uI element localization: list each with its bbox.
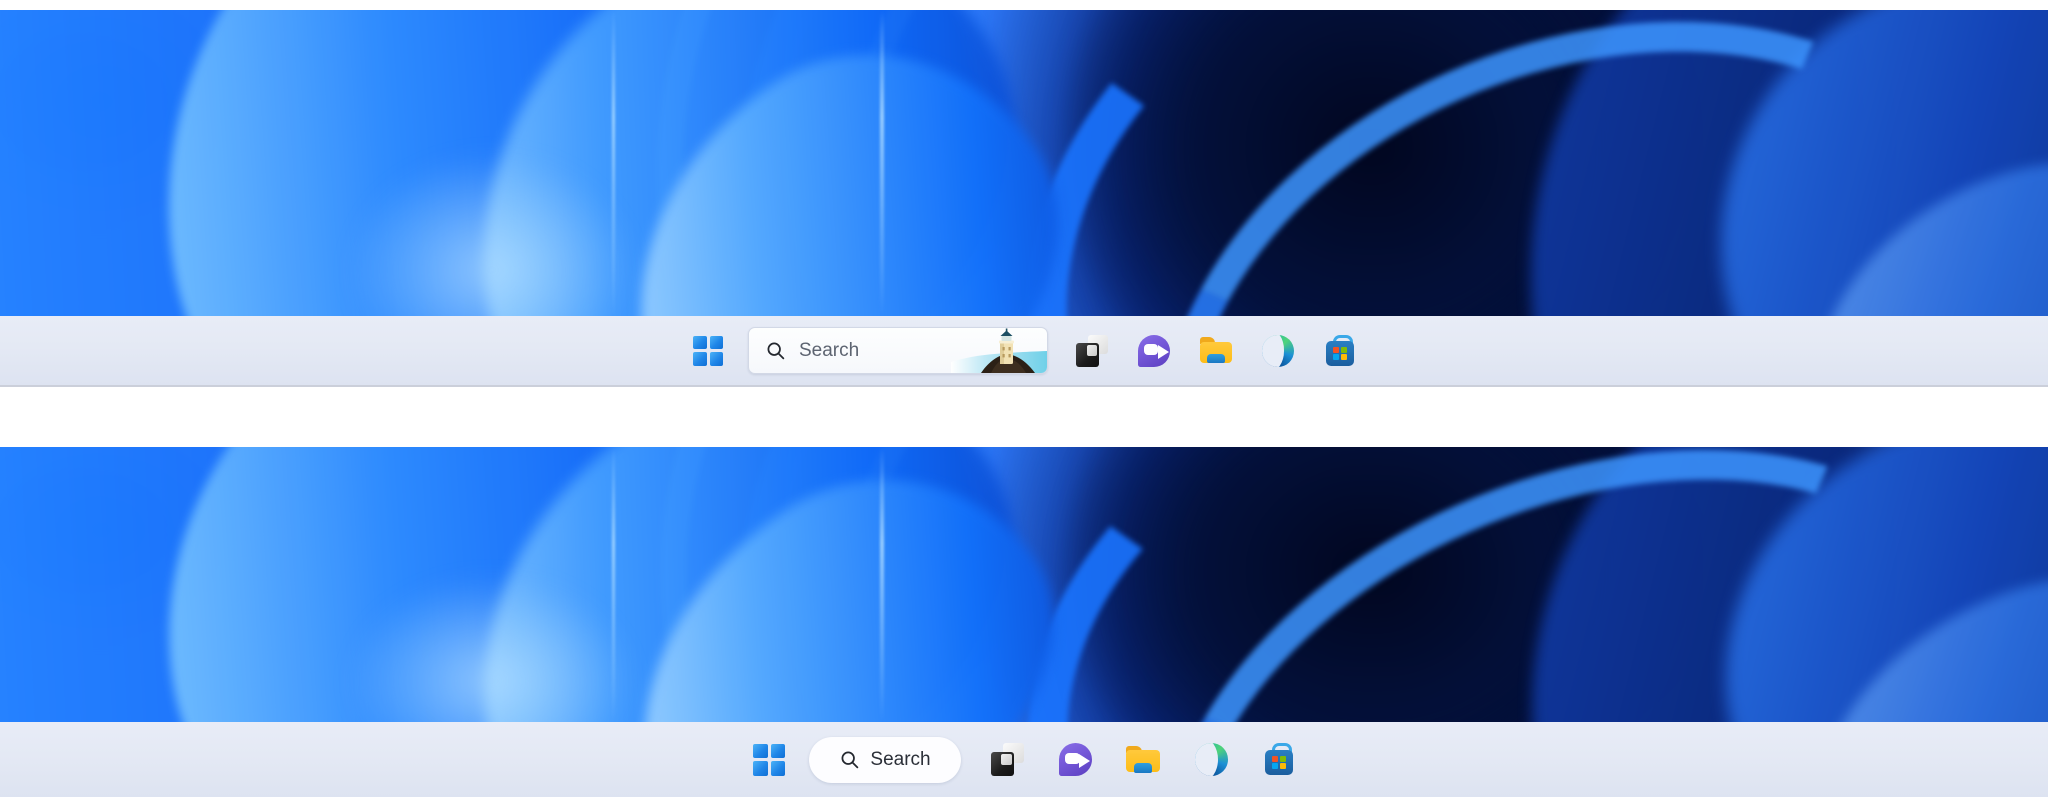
folder-document — [1207, 353, 1225, 364]
search-box[interactable]: Search — [748, 327, 1048, 374]
search-icon — [839, 749, 860, 770]
chat-camera-lens — [1157, 345, 1169, 360]
windows-logo-pane-2 — [709, 335, 723, 349]
windows-logo-pane-4 — [770, 761, 785, 776]
search-pill[interactable]: Search — [809, 736, 961, 783]
chat-button[interactable] — [1128, 325, 1180, 377]
wallpaper-rim-1 — [612, 10, 615, 316]
chat-icon — [1058, 743, 1092, 776]
edge-icon — [1194, 743, 1228, 776]
windows-logo-icon — [753, 743, 785, 776]
store-glyph-blue — [1272, 763, 1279, 770]
store-icon — [1325, 334, 1355, 367]
microsoft-edge-button[interactable] — [1183, 732, 1239, 788]
store-glyph-blue — [1333, 354, 1340, 361]
wallpaper-rim-2 — [880, 447, 884, 722]
lighthouse-icon — [951, 328, 1047, 373]
chat-camera-body — [1065, 752, 1080, 765]
file-explorer-button[interactable] — [1190, 325, 1242, 377]
taskbar-items-top: Search — [682, 325, 1366, 377]
task-view-front-pane — [1076, 343, 1100, 367]
chat-camera-body — [1144, 344, 1159, 355]
windows-logo-pane-1 — [693, 335, 707, 349]
task-view-button[interactable] — [979, 732, 1035, 788]
store-glyph-yellow — [1279, 763, 1286, 770]
chat-button[interactable] — [1047, 732, 1103, 788]
screenshot-stage: Search Search — [0, 0, 2048, 797]
store-windows-glyph — [1333, 347, 1347, 361]
taskbar-bottom[interactable]: Search — [0, 722, 2048, 797]
start-button[interactable] — [741, 732, 797, 788]
desktop-capture-bottom: Search — [0, 447, 2048, 797]
search-icon — [765, 340, 786, 361]
taskbar-divider-top — [0, 385, 2048, 387]
search-label: Search — [870, 748, 931, 770]
edge-crescent — [1262, 334, 1285, 367]
task-view-icon — [1076, 334, 1108, 367]
windows-logo-pane-1 — [753, 743, 768, 758]
store-glyph-red — [1272, 756, 1279, 763]
chat-camera-lens — [1078, 753, 1090, 768]
taskbar-top[interactable]: Search — [0, 316, 2048, 385]
store-glyph-green — [1340, 347, 1347, 354]
windows-logo-pane-2 — [770, 743, 785, 758]
windows-logo-pane-3 — [693, 352, 707, 366]
microsoft-edge-button[interactable] — [1252, 325, 1304, 377]
file-explorer-button[interactable] — [1115, 732, 1171, 788]
edge-crescent — [1194, 743, 1218, 776]
folder-document — [1133, 762, 1153, 773]
store-windows-glyph — [1272, 756, 1286, 770]
wallpaper-rim-1 — [612, 447, 615, 722]
folder-icon — [1126, 743, 1161, 776]
folder-icon — [1199, 335, 1233, 367]
task-view-icon — [990, 743, 1024, 776]
windows-logo-icon — [693, 335, 723, 366]
store-glyph-yellow — [1340, 354, 1347, 361]
windows-logo-pane-4 — [709, 352, 723, 366]
store-glyph-red — [1333, 347, 1340, 354]
store-glyph-green — [1279, 756, 1286, 763]
task-view-front-pane — [990, 752, 1015, 776]
chat-icon — [1138, 334, 1170, 367]
microsoft-store-button[interactable] — [1314, 325, 1366, 377]
desktop-capture-top: Search — [0, 10, 2048, 387]
desktop-wallpaper-bottom — [0, 447, 2048, 722]
windows-logo-pane-3 — [753, 761, 768, 776]
start-button[interactable] — [682, 325, 734, 377]
task-view-button[interactable] — [1066, 325, 1118, 377]
store-icon — [1264, 743, 1295, 776]
wallpaper-rim-2 — [880, 10, 884, 316]
search-placeholder: Search — [799, 339, 860, 361]
microsoft-store-button[interactable] — [1251, 732, 1307, 788]
edge-icon — [1262, 334, 1294, 367]
taskbar-items-bottom: Search — [741, 732, 1307, 788]
desktop-wallpaper-top — [0, 10, 2048, 316]
